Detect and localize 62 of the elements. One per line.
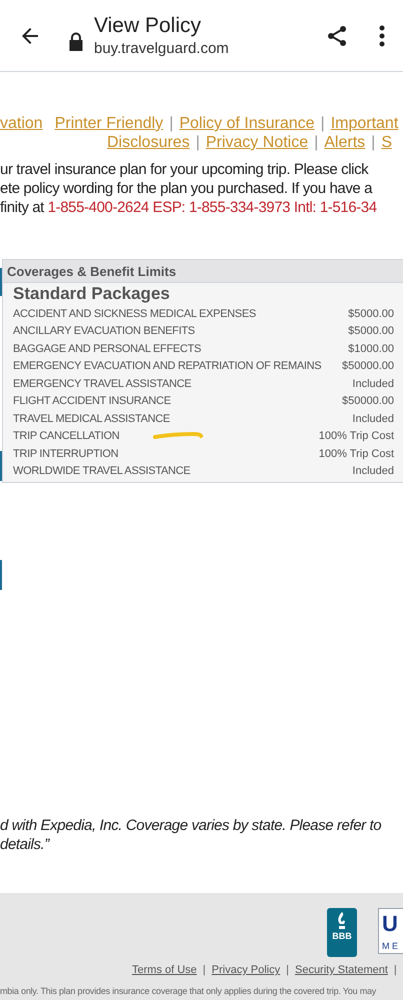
fine-print: mbia only. This plan provides insurance coverage that only applies during the covered trip. You may [0, 986, 376, 997]
intro-text: finity at 1-855-400-2624 ESP: 1-855-334-3973 Intl: 1-516-34 [0, 198, 378, 217]
footer-link[interactable]: Privacy Policy [212, 962, 280, 978]
separator: | [320, 114, 326, 133]
separator: | [285, 963, 290, 978]
separator: | [168, 114, 174, 133]
intro-text: ete policy wording for the plan you purchased. If you have a [0, 179, 374, 198]
edge-bar [0, 451, 2, 481]
page-title: View Policy [94, 12, 202, 38]
nav-link[interactable]: Policy of Insurance [179, 114, 315, 133]
disclaimer-text: details.” [0, 835, 51, 854]
benefit-limit: 100% Trip Cost [318, 446, 394, 462]
nav-link[interactable]: Alerts [324, 133, 366, 152]
nav-link[interactable]: Disclosures [107, 133, 190, 152]
edge-bar [0, 560, 2, 590]
nav-link[interactable]: Privacy Notice [206, 133, 308, 152]
nav-link[interactable]: S [381, 133, 392, 152]
benefit-label: FLIGHT ACCIDENT INSURANCE [13, 394, 171, 409]
intro-text: ur travel insurance plan for your upcoming trip. Please click [0, 160, 370, 179]
separator: | [194, 133, 201, 152]
badge-text: M E [382, 940, 400, 952]
benefit-label: EMERGENCY EVACUATION AND REPATRIATION OF REMAINS [13, 359, 322, 374]
section-title: Standard Packages [13, 283, 171, 305]
benefit-label: EMERGENCY TRAVEL ASSISTANCE [13, 376, 192, 392]
disclaimer-text: d with Expedia, Inc. Coverage varies by state. Please refer to [0, 816, 382, 835]
share-icon[interactable] [325, 24, 349, 48]
bbb-badge[interactable]: BBB [327, 908, 357, 957]
separator: | [370, 133, 376, 152]
benefit-limit: 100% Trip Cost [318, 429, 394, 444]
highlight-stroke [152, 430, 204, 440]
nav-link[interactable]: Printer Friendly [54, 114, 164, 133]
lock-icon [68, 32, 84, 51]
benefit-label: ACCIDENT AND SICKNESS MEDICAL EXPENSES [13, 306, 256, 322]
benefit-limit: $5000.00 [348, 306, 394, 322]
badge-text: U [382, 912, 399, 936]
edge-bar [0, 268, 2, 296]
badge-text: BBB [332, 931, 352, 941]
menu-icon[interactable] [379, 24, 385, 46]
phone-link[interactable]: 1-855-400-2624 ESP: 1-855-334-3973 Intl: 1-516-34 [48, 199, 377, 216]
benefit-label: TRIP CANCELLATION [13, 429, 120, 444]
footer-link[interactable]: Security Statement [294, 962, 388, 978]
benefit-limit: $1000.00 [348, 342, 394, 356]
benefit-limit: Included [352, 464, 394, 479]
nav-link[interactable]: Important [330, 114, 398, 133]
page-url: buy.travelguard.com [94, 38, 229, 58]
nav-link[interactable]: vation [0, 114, 43, 133]
benefit-label: BAGGAGE AND PERSONAL EFFECTS [13, 342, 202, 356]
benefit-label: TRIP INTERRUPTION [13, 446, 118, 462]
benefit-limit: $50000.00 [342, 359, 394, 374]
footer-link[interactable]: Terms of Use [132, 962, 197, 978]
benefit-limit: Included [352, 412, 394, 426]
benefit-limit: Included [352, 376, 394, 392]
separator: | [392, 963, 398, 978]
benefit-limit: $5000.00 [348, 324, 394, 339]
separator: | [313, 133, 320, 152]
benefit-label: WORLDWIDE TRAVEL ASSISTANCE [13, 464, 190, 479]
benefit-label: TRAVEL MEDICAL ASSISTANCE [13, 412, 170, 426]
separator: | [202, 963, 207, 978]
benefit-label: ANCILLARY EVACUATION BENEFITS [13, 324, 195, 339]
membership-badge[interactable]: U M E [378, 908, 403, 954]
table-header: Coverages & Benefit Limits [3, 260, 403, 283]
benefit-limit: $50000.00 [342, 394, 394, 409]
